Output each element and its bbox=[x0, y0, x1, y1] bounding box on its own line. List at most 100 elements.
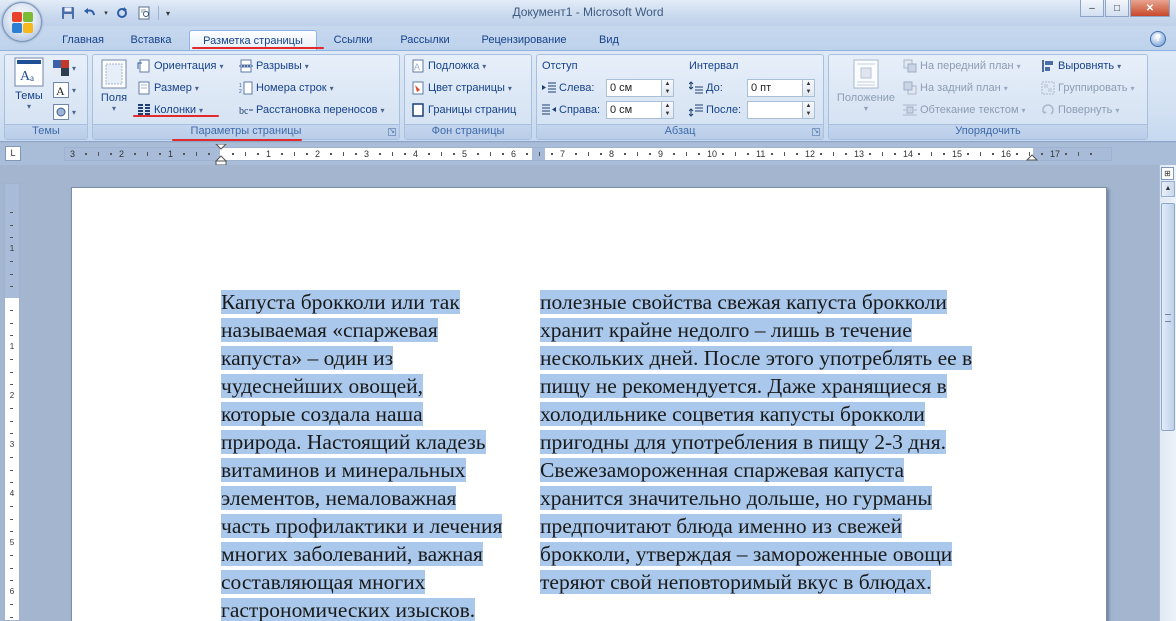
theme-colors-button[interactable]: ▾ bbox=[53, 58, 76, 78]
indent-right-arrows[interactable]: ▲ ▼ bbox=[662, 101, 674, 119]
watermark-button[interactable]: A Подложка ▾ bbox=[411, 56, 486, 76]
selected-text[interactable]: которые создала наша bbox=[221, 402, 423, 426]
selected-text[interactable]: теряют свой неповторимый вкус в блюдах. bbox=[540, 570, 932, 594]
minimize-button[interactable]: – bbox=[1080, 0, 1104, 17]
selected-text[interactable]: нескольких дней. После этого употреблять… bbox=[540, 346, 973, 370]
selected-text[interactable]: пригодны для употребления в пищу 2-3 дня… bbox=[540, 430, 946, 454]
spacing-after-field[interactable] bbox=[747, 101, 803, 119]
horizontal-ruler[interactable]: 3 2 1 1 2 3 4 5 6 7 8 9 10 11 12 13 14 15 16 17 bbox=[64, 144, 1112, 166]
selected-text[interactable]: полезные свойства свежая капуста броккол… bbox=[540, 290, 947, 314]
selected-text[interactable]: витаминов и минеральных bbox=[221, 458, 466, 482]
spacing-after-spinner[interactable]: ▲ ▼ bbox=[747, 101, 815, 119]
text-line[interactable]: гастрономических изысков. bbox=[221, 596, 502, 621]
selected-text[interactable]: Свежезамороженная спаржевая капуста bbox=[540, 458, 905, 482]
position-button[interactable]: Положение ▾ bbox=[833, 59, 899, 113]
text-line[interactable]: природа. Настоящий кладезь bbox=[221, 428, 502, 456]
help-icon[interactable]: ? bbox=[1150, 31, 1166, 47]
text-line[interactable]: Свежезамороженная спаржевая капуста bbox=[540, 456, 972, 484]
line-numbers-button[interactable]: 12 Номера строк ▾ bbox=[239, 78, 334, 98]
text-line[interactable]: теряют свой неповторимый вкус в блюдах. bbox=[540, 568, 972, 596]
themes-button[interactable]: A a Темы ▾ bbox=[11, 57, 47, 111]
selected-text[interactable]: предпочитают блюда именно из свежей bbox=[540, 514, 903, 538]
selected-text[interactable]: природа. Настоящий кладезь bbox=[221, 430, 486, 454]
text-line[interactable]: полезные свойства свежая капуста броккол… bbox=[540, 288, 972, 316]
text-line[interactable]: элементов, немаловажная bbox=[221, 484, 502, 512]
indent-left-field[interactable]: 0 см bbox=[606, 79, 662, 97]
text-line[interactable]: часть профилактики и лечения bbox=[221, 512, 503, 540]
text-wrap-button[interactable]: Обтекание текстом ▾ bbox=[903, 100, 1026, 120]
text-line[interactable]: капуста» – один из bbox=[221, 344, 502, 372]
align-button[interactable]: Выровнять ▾ bbox=[1041, 56, 1121, 76]
close-button[interactable]: ✕ bbox=[1130, 0, 1170, 17]
text-line[interactable]: которые создала наша bbox=[221, 400, 502, 428]
scroll-thumb[interactable] bbox=[1161, 203, 1175, 431]
indent-right-field[interactable]: 0 см bbox=[606, 101, 662, 119]
rotate-button[interactable]: Повернуть ▾ bbox=[1041, 100, 1119, 120]
vertical-scrollbar[interactable]: ⊞ ▲ bbox=[1159, 165, 1176, 621]
size-button[interactable]: Размер ▾ bbox=[137, 78, 199, 98]
page-setup-launcher-icon[interactable]: ↘ bbox=[388, 128, 396, 136]
view-ruler-icon[interactable]: ⊞ bbox=[1161, 167, 1174, 180]
selected-text[interactable]: капуста» – один из bbox=[221, 346, 394, 370]
selected-text[interactable]: гастрономических изысков. bbox=[221, 598, 476, 621]
selected-text[interactable]: Капуста брокколи или так bbox=[221, 290, 460, 314]
orientation-button[interactable]: Ориентация ▾ bbox=[137, 56, 223, 76]
spacing-before-field[interactable]: 0 пт bbox=[747, 79, 803, 97]
selected-text[interactable]: часть профилактики и лечения bbox=[221, 514, 503, 538]
document-page[interactable]: Капуста брокколи или так называемая «спар… bbox=[71, 187, 1107, 621]
selected-text[interactable]: пищу не рекомендуется. Даже хранящиеся в bbox=[540, 374, 947, 398]
selected-text[interactable]: хранит крайне недолго – лишь в течение bbox=[540, 318, 912, 342]
tab-home[interactable]: Главная bbox=[52, 30, 114, 50]
breaks-button[interactable]: Разрывы ▾ bbox=[239, 56, 309, 76]
group-button[interactable]: Группировать ▾ bbox=[1041, 78, 1135, 98]
selected-text[interactable]: элементов, немаловажная bbox=[221, 486, 457, 510]
spacing-before-spinner[interactable]: 0 пт ▲ ▼ bbox=[747, 79, 815, 97]
theme-effects-button[interactable]: ▾ bbox=[53, 102, 76, 122]
text-line[interactable]: хранится значительно дольше, но гурманы bbox=[540, 484, 972, 512]
text-line[interactable]: многих заболеваний, важная bbox=[221, 540, 502, 568]
office-button[interactable] bbox=[2, 2, 42, 42]
tab-review[interactable]: Рецензирование bbox=[468, 30, 580, 50]
page-borders-button[interactable]: Границы страниц bbox=[411, 100, 516, 120]
tab-mailings[interactable]: Рассылки bbox=[392, 30, 458, 50]
hyphenation-button[interactable]: bc Расстановка переносов ▾ bbox=[239, 100, 385, 120]
scroll-up-icon[interactable]: ▲ bbox=[1161, 181, 1175, 197]
indent-left-spinner[interactable]: 0 см ▲ ▼ bbox=[606, 79, 674, 97]
text-column-2[interactable]: полезные свойства свежая капуста броккол… bbox=[540, 288, 973, 596]
tab-references[interactable]: Ссылки bbox=[326, 30, 380, 50]
bring-front-button[interactable]: На передний план ▾ bbox=[903, 56, 1021, 76]
paragraph-launcher-icon[interactable]: ↘ bbox=[812, 128, 820, 136]
text-line[interactable]: чудеснейших овощей, bbox=[221, 372, 502, 400]
selected-text[interactable]: чудеснейших овощей, bbox=[221, 374, 423, 398]
text-line[interactable]: называемая «спаржевая bbox=[221, 316, 502, 344]
text-line[interactable]: витаминов и минеральных bbox=[221, 456, 502, 484]
text-line[interactable]: предпочитают блюда именно из свежей bbox=[540, 512, 972, 540]
spacing-before-arrows[interactable]: ▲ ▼ bbox=[803, 79, 815, 97]
text-line[interactable]: хранит крайне недолго – лишь в течение bbox=[540, 316, 972, 344]
tab-selector[interactable]: L bbox=[5, 146, 21, 161]
columns-button[interactable]: Колонки ▾ bbox=[137, 100, 203, 120]
text-line[interactable]: нескольких дней. После этого употреблять… bbox=[540, 344, 973, 372]
indent-marker-icon[interactable] bbox=[215, 144, 227, 166]
tab-view[interactable]: Вид bbox=[590, 30, 628, 50]
text-line[interactable]: пригодны для употребления в пищу 2-3 дня… bbox=[540, 428, 972, 456]
theme-fonts-button[interactable]: A ▾ bbox=[53, 80, 76, 100]
text-line[interactable]: пищу не рекомендуется. Даже хранящиеся в bbox=[540, 372, 972, 400]
spacing-after-arrows[interactable]: ▲ ▼ bbox=[803, 101, 815, 119]
text-column-1[interactable]: Капуста брокколи или так называемая «спар… bbox=[221, 288, 503, 621]
page-color-button[interactable]: Цвет страницы ▾ bbox=[411, 78, 512, 98]
selected-text[interactable]: называемая «спаржевая bbox=[221, 318, 438, 342]
selected-text[interactable]: многих заболеваний, важная bbox=[221, 542, 483, 566]
selected-text[interactable]: хранится значительно дольше, но гурманы bbox=[540, 486, 932, 510]
maximize-button[interactable]: □ bbox=[1105, 0, 1129, 17]
selected-text[interactable]: холодильнике соцветия капусты брокколи bbox=[540, 402, 925, 426]
selected-text[interactable]: составляющая многих bbox=[221, 570, 426, 594]
text-line[interactable]: брокколи, утверждая – замороженные овощи bbox=[540, 540, 972, 568]
indent-left-arrows[interactable]: ▲ ▼ bbox=[662, 79, 674, 97]
selected-text[interactable]: брокколи, утверждая – замороженные овощи bbox=[540, 542, 953, 566]
indent-right-spinner[interactable]: 0 см ▲ ▼ bbox=[606, 101, 674, 119]
tab-insert[interactable]: Вставка bbox=[122, 30, 180, 50]
send-back-button[interactable]: На задний план ▾ bbox=[903, 78, 1008, 98]
margins-button[interactable]: Поля ▾ bbox=[97, 59, 131, 113]
vertical-ruler[interactable]: 1 1 2 3 4 5 6 bbox=[4, 183, 20, 621]
